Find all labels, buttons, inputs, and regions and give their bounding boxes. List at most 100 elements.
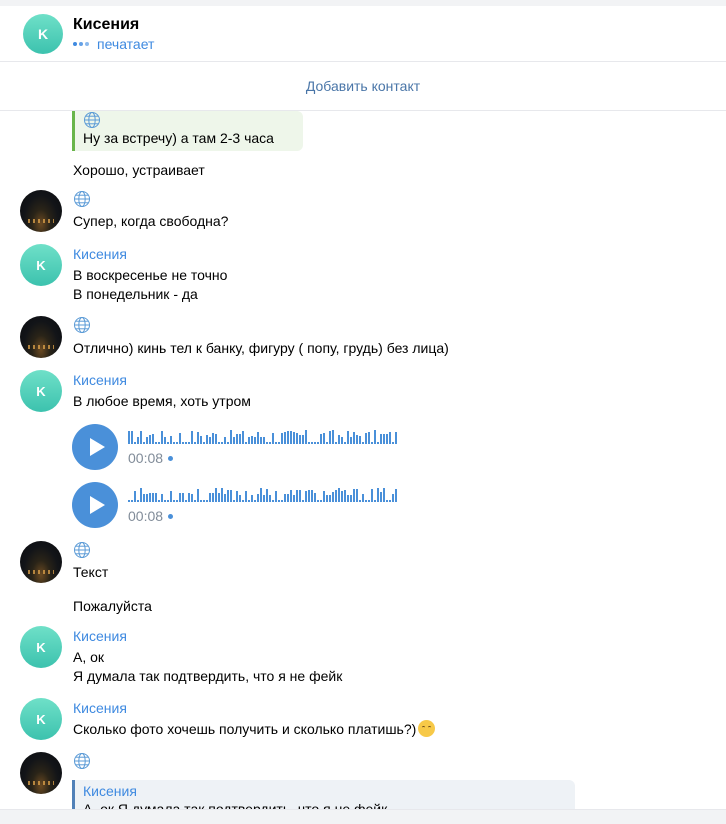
sender-name[interactable]: Кисения (73, 700, 127, 716)
contact-name[interactable]: Кисения (73, 16, 139, 34)
waveform-bar (290, 431, 292, 444)
waveform-bar (215, 488, 217, 502)
add-contact-button[interactable]: Добавить контакт (306, 78, 420, 94)
globe-icon (74, 191, 90, 207)
waveform-bar (335, 490, 337, 502)
sender-name[interactable]: Кисения (73, 372, 127, 388)
waveform-bar (389, 432, 391, 444)
message-text: Супер, когда свободна? (73, 213, 229, 229)
contact-avatar[interactable]: K (20, 244, 62, 286)
contact-avatar[interactable]: K (20, 698, 62, 740)
waveform-bar (188, 493, 190, 502)
waveform-bar (137, 500, 139, 502)
waveform-bar (239, 434, 241, 444)
play-icon[interactable] (72, 424, 118, 470)
waveform-bar (200, 500, 202, 502)
waveform-bar (236, 491, 238, 502)
forwarded-quote[interactable]: Ну за встречу) а там 2-3 часа (72, 111, 303, 151)
waveform-bar (395, 432, 397, 444)
waveform-bar (332, 492, 334, 502)
chat-header: K Кисения печатает (0, 6, 726, 62)
waveform-bar (374, 500, 376, 502)
message-text: Пожалуйста (73, 598, 152, 614)
waveform-bar (134, 442, 136, 444)
waveform-bar (143, 494, 145, 502)
waveform-bar (263, 437, 265, 444)
waveform-bar (272, 433, 274, 444)
message-text: Хорошо, устраивает (73, 162, 205, 178)
waveform-bar (368, 432, 370, 444)
waveform[interactable] (128, 488, 398, 502)
waveform-bar (317, 500, 319, 502)
message-text: Текст (73, 564, 109, 580)
waveform-bar (359, 436, 361, 444)
waveform-bar (206, 435, 208, 444)
voice-message: 00:08 (72, 482, 412, 528)
waveform-bar (326, 495, 328, 502)
typing-dots-icon (73, 42, 91, 46)
message-text: В воскресенье не точно (73, 267, 228, 283)
waveform-bar (227, 442, 229, 444)
waveform-bar (251, 436, 253, 444)
waveform-bar (344, 442, 346, 444)
waveform-bar (239, 495, 241, 502)
waveform-bar (260, 488, 262, 502)
waveform-bar (371, 489, 373, 502)
waveform-bar (248, 500, 250, 502)
waveform-bar (152, 434, 154, 444)
waveform-bar (146, 494, 148, 502)
waveform-bar (173, 442, 175, 444)
waveform-bar (320, 434, 322, 444)
waveform-bar (209, 493, 211, 502)
waveform-bar (281, 500, 283, 502)
waveform-bar (365, 433, 367, 444)
message-text: В любое время, хоть утром (73, 393, 251, 409)
waveform-bar (251, 495, 253, 502)
waveform-bar (185, 442, 187, 444)
waveform-bar (383, 434, 385, 444)
waveform-bar (275, 491, 277, 502)
message-text: Сколько фото хочешь получить и сколько п… (73, 720, 436, 738)
typing-status-text: печатает (97, 36, 155, 52)
waveform-bar (248, 437, 250, 444)
waveform-bar (395, 489, 397, 502)
waveform-bar (149, 493, 151, 502)
sender-name[interactable]: Кисения (73, 628, 127, 644)
waveform-bar (140, 488, 142, 502)
waveform-bar (338, 435, 340, 444)
waveform-bar (266, 489, 268, 502)
waveform-bar (203, 500, 205, 502)
user-avatar[interactable] (20, 541, 62, 583)
message-list[interactable]: Ну за встречу) а там 2-3 часа Хорошо, ус… (0, 111, 726, 809)
user-avatar[interactable] (20, 752, 62, 794)
waveform-bar (377, 442, 379, 444)
waveform-bar (131, 431, 133, 444)
reply-text: А, ок Я думала так подтвердить, что я не… (83, 801, 388, 809)
waveform-bar (305, 430, 307, 444)
waveform[interactable] (128, 430, 398, 444)
waveform-bar (350, 495, 352, 502)
voice-time: 00:08 (128, 508, 164, 524)
sender-name[interactable]: Кисения (73, 246, 127, 262)
waveform-bar (215, 434, 217, 444)
waveform-bar (170, 491, 172, 502)
waveform-bar (347, 495, 349, 502)
waveform-bar (323, 491, 325, 502)
reply-quote[interactable]: Кисения А, ок Я думала так подтвердить, … (72, 780, 575, 809)
contact-avatar[interactable]: K (20, 370, 62, 412)
waveform-bar (296, 433, 298, 444)
waveform-bar (287, 494, 289, 502)
waveform-bar (179, 433, 181, 444)
contact-avatar[interactable]: K (20, 626, 62, 668)
waveform-bar (266, 442, 268, 444)
waveform-bar (197, 489, 199, 502)
contact-avatar[interactable]: K (23, 14, 63, 54)
user-avatar[interactable] (20, 316, 62, 358)
message-text: В понедельник - да (73, 286, 198, 302)
waveform-bar (284, 432, 286, 444)
waveform-bar (131, 500, 133, 502)
user-avatar[interactable] (20, 190, 62, 232)
waveform-bar (380, 492, 382, 502)
play-icon[interactable] (72, 482, 118, 528)
waveform-bar (167, 442, 169, 444)
